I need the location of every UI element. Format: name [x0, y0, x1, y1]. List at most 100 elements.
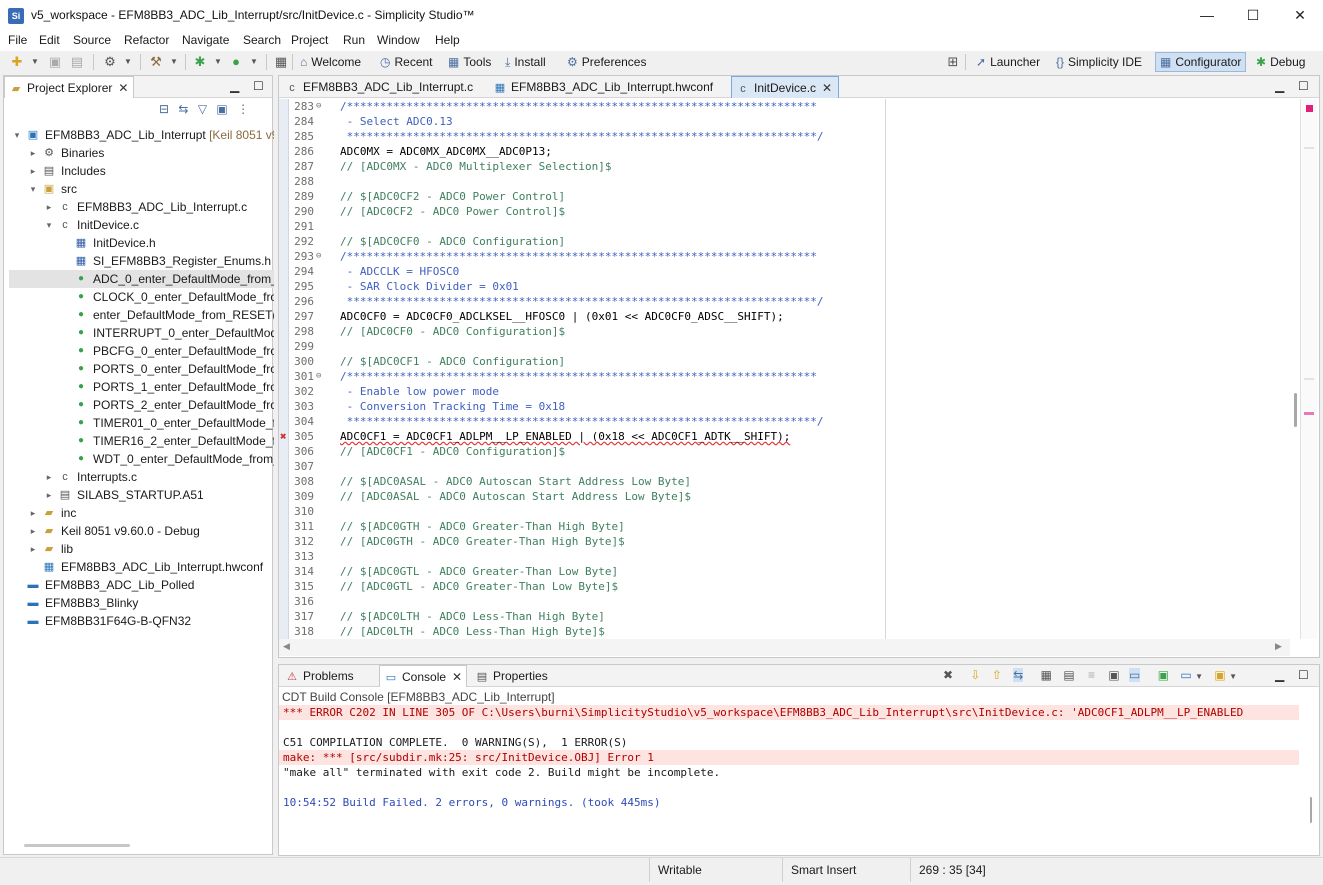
scroll-right-icon[interactable]: ▶	[1275, 641, 1282, 652]
maximize-button[interactable]: ☐	[1230, 0, 1276, 31]
menu-file[interactable]: File	[8, 33, 27, 47]
run-icon[interactable]: ●	[227, 53, 245, 71]
error-overview-marker[interactable]	[1304, 412, 1314, 415]
tree-item[interactable]: ▸ ▤ Includes	[9, 162, 274, 180]
next-error-icon[interactable]: ⇩	[970, 668, 980, 682]
collapsed-chevron-icon[interactable]: ▸	[28, 504, 38, 522]
tree-item[interactable]: ▸ ▰ inc	[9, 504, 274, 522]
tree-item[interactable]: ● PORTS_1_enter_DefaultMode_from_RESET(vo…	[9, 378, 274, 396]
tree-item[interactable]: ▸ ▰ Keil 8051 v9.60.0 - Debug	[9, 522, 274, 540]
tree-item[interactable]: ▸ ▤ SILABS_STARTUP.A51	[9, 486, 274, 504]
close-window-button[interactable]: ✕	[1277, 0, 1323, 31]
expanded-chevron-icon[interactable]: ▾	[12, 126, 22, 144]
close-tab-icon[interactable]: ✕	[822, 81, 832, 95]
collapsed-chevron-icon[interactable]: ▸	[44, 468, 54, 486]
link-with-editor-icon[interactable]: ⇆	[178, 102, 188, 116]
tree-item[interactable]: ● PBCFG_0_enter_DefaultMode_from_RESET(vo…	[9, 342, 274, 360]
tab-initdevice-c[interactable]: c InitDevice.c ✕	[731, 76, 839, 98]
menu-window[interactable]: Window	[377, 33, 420, 47]
save-all-icon[interactable]: ▤	[68, 53, 86, 71]
tree-item[interactable]: ● PORTS_2_enter_DefaultMode_from_RESET(vo…	[9, 396, 274, 414]
code-editor[interactable]: 283 ⊖/***********************************…	[279, 99, 1290, 639]
close-tab-icon[interactable]: ✕	[452, 670, 462, 684]
menu-edit[interactable]: Edit	[39, 33, 60, 47]
tab-console[interactable]: ▭ Console ✕	[379, 665, 467, 687]
save-icon[interactable]: ▣	[46, 53, 64, 71]
welcome-button[interactable]: ⌂ Welcome	[296, 52, 365, 72]
scroll-lock-icon[interactable]: ▤	[1063, 668, 1074, 682]
error-marker-icon[interactable]: ✖	[280, 429, 287, 444]
terminate-icon[interactable]: ✖	[943, 668, 953, 682]
show-console-icon[interactable]: ▭	[1129, 668, 1141, 682]
debug-bug-icon[interactable]: ✱	[191, 53, 209, 71]
tree-item[interactable]: ▦ InitDevice.h	[9, 234, 274, 252]
fold-toggle-icon[interactable]: ⊖	[316, 369, 321, 384]
tree-item[interactable]: ▸ ⚙ Binaries	[9, 144, 274, 162]
fold-toggle-icon[interactable]: ⊖	[316, 249, 321, 264]
collapsed-chevron-icon[interactable]: ▸	[28, 162, 38, 180]
build-config-icon[interactable]: ⚙	[101, 53, 119, 71]
collapse-all-icon[interactable]: ⊟	[159, 102, 169, 116]
tree-item[interactable]: ▦ SI_EFM8BB3_Register_Enums.h	[9, 252, 274, 270]
maximize-view-icon[interactable]: ☐	[1298, 668, 1309, 682]
horizontal-scrollbar-thumb[interactable]	[24, 844, 130, 847]
tab-hwconf[interactable]: ▦ EFM8BB3_ADC_Lib_Interrupt.hwconf	[489, 76, 729, 98]
tree-item[interactable]: ▸ c EFM8BB3_ADC_Lib_Interrupt.c	[9, 198, 274, 216]
dropdown-arrow-icon[interactable]: ▼	[26, 53, 44, 71]
dropdown-arrow-icon[interactable]: ▼	[245, 53, 263, 71]
perspective-simplicity-ide[interactable]: {} Simplicity IDE	[1052, 52, 1146, 72]
menu-run[interactable]: Run	[343, 33, 365, 47]
tab-project-explorer[interactable]: ▰ Project Explorer ✕	[4, 76, 134, 98]
collapsed-chevron-icon[interactable]: ▸	[44, 486, 54, 504]
editor-horizontal-scrollbar[interactable]: ◀ ▶	[279, 639, 1290, 656]
preferences-button[interactable]: ⚙ Preferences	[563, 52, 650, 72]
recent-button[interactable]: ◷ Recent	[376, 52, 437, 72]
collapsed-chevron-icon[interactable]: ▸	[28, 522, 38, 540]
new-console-icon[interactable]: ▣	[1214, 668, 1225, 682]
tab-properties[interactable]: ▤ Properties	[471, 665, 561, 687]
tree-item[interactable]: ● enter_DefaultMode_from_RESET(void) : vo…	[9, 306, 274, 324]
maximize-view-icon[interactable]: ☐	[253, 79, 264, 93]
tree-item[interactable]: ▾ ▣ src	[9, 180, 274, 198]
menu-navigate[interactable]: Navigate	[182, 33, 229, 47]
maximize-view-icon[interactable]: ☐	[1298, 79, 1309, 93]
tree-item[interactable]: ● PORTS_0_enter_DefaultMode_from_RESET(vo…	[9, 360, 274, 378]
expanded-chevron-icon[interactable]: ▾	[28, 180, 38, 198]
error-overview-marker[interactable]	[1306, 105, 1313, 112]
perspective-debug[interactable]: ✱ Debug	[1252, 52, 1309, 72]
minimize-view-icon[interactable]: ▁	[230, 79, 239, 93]
tree-item[interactable]: ▬ EFM8BB3_Blinky	[9, 594, 274, 612]
clear-console-icon[interactable]: ▦	[1041, 668, 1052, 682]
minimize-button[interactable]: —	[1184, 0, 1230, 31]
menu-refactor[interactable]: Refactor	[124, 33, 169, 47]
collapsed-chevron-icon[interactable]: ▸	[28, 540, 38, 558]
vertical-scrollbar-thumb[interactable]	[1294, 393, 1297, 427]
pin-console-icon[interactable]: ▣	[1108, 668, 1119, 682]
minimize-view-icon[interactable]: ▁	[1275, 668, 1284, 682]
tree-item[interactable]: ● TIMER01_0_enter_DefaultMode_from_RESET(…	[9, 414, 274, 432]
tools-button[interactable]: ▦ Tools	[444, 52, 495, 72]
dropdown-arrow-icon[interactable]: ▼	[119, 53, 137, 71]
tree-item[interactable]: ● ADC_0_enter_DefaultMode_from_RESET(void…	[9, 270, 274, 288]
chip-icon[interactable]: ▦	[272, 53, 290, 71]
build-hammer-icon[interactable]: ⚒	[147, 53, 165, 71]
menu-project[interactable]: Project	[291, 33, 328, 47]
tree-item[interactable]: ▸ ▰ lib	[9, 540, 274, 558]
console-output[interactable]: *** ERROR C202 IN LINE 305 OF C:\Users\b…	[279, 705, 1310, 855]
tree-item[interactable]: ▾ ▣ EFM8BB3_ADC_Lib_Interrupt [Keil 8051 v…	[9, 126, 274, 144]
tree-item[interactable]: ▾ c InitDevice.c	[9, 216, 274, 234]
menu-source[interactable]: Source	[73, 33, 111, 47]
collapsed-chevron-icon[interactable]: ▸	[28, 144, 38, 162]
dropdown-arrow-icon[interactable]: ▼	[165, 53, 183, 71]
word-wrap-icon[interactable]: ≡	[1088, 668, 1095, 682]
scroll-left-icon[interactable]: ◀	[283, 641, 290, 652]
fold-toggle-icon[interactable]: ⊖	[316, 99, 321, 114]
new-icon[interactable]: ✚	[8, 53, 26, 71]
previous-error-icon[interactable]: ⇧	[992, 668, 1002, 682]
menu-search[interactable]: Search	[243, 33, 281, 47]
perspective-configurator[interactable]: ▦ Configurator	[1155, 52, 1247, 72]
tab-problems[interactable]: ⚠ Problems	[281, 665, 377, 687]
menu-help[interactable]: Help	[435, 33, 460, 47]
tree-item[interactable]: ▬ EFM8BB31F64G-B-QFN32	[9, 612, 274, 630]
tree-item[interactable]: ● CLOCK_0_enter_DefaultMode_from_RESET(vo…	[9, 288, 274, 306]
